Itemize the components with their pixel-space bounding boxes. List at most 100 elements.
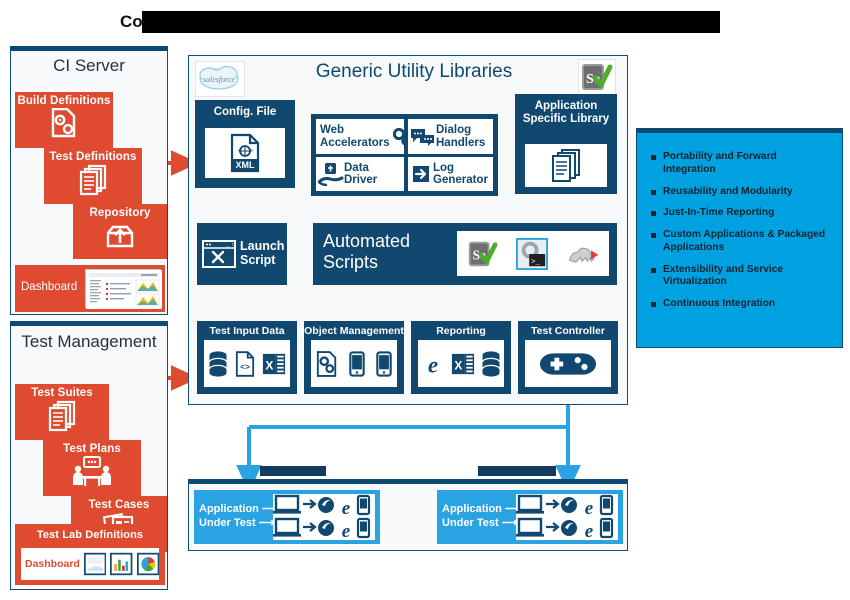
document-stack-icon xyxy=(79,164,107,196)
selenium-logo: Se xyxy=(578,59,616,97)
panel-top-accent xyxy=(10,46,168,51)
application-under-test-panel: Application ⟶ Under Test ⟶ e e Applicati… xyxy=(188,479,628,551)
test-input-data-box[interactable]: Test Input Data <> X xyxy=(197,321,297,394)
aut-right-redaction-bar xyxy=(478,466,556,476)
automated-scripts-label: Automated Scripts xyxy=(323,231,411,272)
object-management-box[interactable]: Object Management xyxy=(304,321,404,394)
pie-chart-icon xyxy=(136,552,160,576)
framework-main-panel: salesforce Se Generic Utility Libraries … xyxy=(188,55,628,405)
ci-server-title: CI Server xyxy=(53,56,125,75)
ci-dashboard-label: Dashboard xyxy=(21,281,78,293)
svg-text:_ □ ×: _ □ × xyxy=(225,242,237,248)
svg-text:X: X xyxy=(454,358,462,372)
automated-scripts-tools: Se >_ xyxy=(457,231,609,276)
launch-script-box[interactable]: _ □ × Launch Script xyxy=(197,223,287,285)
config-file-box[interactable]: Config. File < > XML xyxy=(195,100,295,188)
perl-camel-icon xyxy=(568,247,599,263)
svg-text:e: e xyxy=(342,498,351,519)
ci-server-panel: CI Server Build Definitions Test Definit… xyxy=(10,46,168,315)
reporting-label: Reporting xyxy=(436,325,486,337)
ci-item-test-definitions-label: Test Definitions xyxy=(49,151,137,163)
util-log-generator[interactable]: Log Generator xyxy=(408,157,493,191)
cmd-gear-icon: >_ xyxy=(516,237,548,270)
document-stack-icon xyxy=(48,400,76,432)
ci-item-build-definitions[interactable]: Build Definitions xyxy=(15,92,113,148)
svg-text:<: < xyxy=(238,148,242,156)
benefit-item: Reusability and Modularity xyxy=(649,186,830,199)
util-web-accelerators[interactable]: Web Accelerators xyxy=(316,119,411,154)
log-arrow-icon xyxy=(413,166,429,182)
test-input-data-label: Test Input Data xyxy=(209,325,285,337)
generic-utility-libraries-group: Web Accelerators Dialog Handlers Data Dr… xyxy=(311,114,498,196)
benefit-item: Just-In-Time Reporting xyxy=(649,207,830,220)
aut-left-label: Application ⟶ Under Test ⟶ xyxy=(199,503,278,529)
test-lab-thumbs: Dashboard xyxy=(21,548,160,580)
gamepad-icon xyxy=(539,352,597,375)
reporting-box[interactable]: Reporting e X xyxy=(411,321,511,394)
title-redaction-bar xyxy=(142,11,720,33)
benefit-item: Continuous Integration xyxy=(649,298,830,311)
test-lab-definitions[interactable]: Test Lab Definitions Dashboard xyxy=(15,524,165,585)
svg-text:e: e xyxy=(585,498,594,519)
xml-file-icon: < > XML xyxy=(205,128,285,178)
document-gear-icon xyxy=(317,350,337,377)
tm-item-test-cases-label: Test Cases xyxy=(88,499,150,511)
test-input-data-icons: <> X xyxy=(204,340,290,387)
selenium-icon: Se xyxy=(468,241,498,266)
util-dialog-handlers-label: Dialog Handlers xyxy=(436,124,486,149)
panel-top-accent xyxy=(10,321,168,326)
mobile-icon xyxy=(349,350,365,377)
main-panel-heading: Generic Utility Libraries xyxy=(315,61,513,82)
util-data-driver[interactable]: Data Driver xyxy=(316,157,404,191)
test-lab-dashboard-label: Dashboard xyxy=(25,558,80,570)
salesforce-logo: salesforce xyxy=(195,61,245,97)
util-dialog-handlers[interactable]: Dialog Handlers xyxy=(408,119,493,154)
benefit-item: Portability and Forward Integration xyxy=(649,151,830,177)
test-lab-definitions-label: Test Lab Definitions xyxy=(36,529,144,541)
aut-left-redaction-bar xyxy=(260,466,326,476)
svg-text:salesforce: salesforce xyxy=(203,75,236,84)
test-controller-box[interactable]: Test Controller xyxy=(518,321,618,394)
launch-script-label: Launch Script xyxy=(240,239,285,267)
tm-item-test-suites-label: Test Suites xyxy=(31,387,93,399)
automated-scripts-box[interactable]: Automated Scripts Se >_ xyxy=(313,223,617,285)
svg-text:>: > xyxy=(249,148,253,156)
aut-left-icons: e e xyxy=(273,494,375,542)
object-management-icons xyxy=(311,340,397,387)
code-file-icon: <> xyxy=(235,350,255,377)
test-controller-label: Test Controller xyxy=(531,325,605,337)
application-specific-library-label: Application Specific Library xyxy=(522,100,610,126)
svg-text:<>: <> xyxy=(240,363,250,372)
util-web-accelerators-label: Web Accelerators xyxy=(320,124,390,149)
test-management-panel: Test Management Test Suites Test Plans T… xyxy=(10,321,168,590)
panel-top-accent xyxy=(188,479,628,484)
svg-text:e: e xyxy=(585,521,594,540)
bar-chart-icon xyxy=(110,552,133,576)
object-management-label: Object Management xyxy=(304,325,404,337)
svg-text:XML: XML xyxy=(236,160,256,170)
ci-dashboard[interactable]: Dashboard xyxy=(15,265,165,312)
document-stack-icon xyxy=(525,144,607,187)
ie-browser-icon: e xyxy=(428,351,438,377)
svg-text:e: e xyxy=(428,351,438,377)
aut-box-left[interactable]: Application ⟶ Under Test ⟶ e e xyxy=(194,490,380,544)
document-gears-icon xyxy=(51,108,76,138)
aut-box-right[interactable]: Application ⟶ Under Test ⟶ e e xyxy=(437,490,623,544)
ci-item-repository[interactable]: Repository xyxy=(73,204,167,259)
report-page-icon xyxy=(83,552,107,576)
benefit-item: Extensibility and Service Virtualization xyxy=(649,264,830,290)
database-icon xyxy=(481,350,501,377)
tm-item-test-plans[interactable]: Test Plans xyxy=(43,440,141,496)
util-log-generator-label: Log Generator xyxy=(433,161,488,186)
svg-text:X: X xyxy=(266,358,274,372)
dialog-icon xyxy=(411,128,434,146)
ci-item-test-definitions[interactable]: Test Definitions xyxy=(44,148,142,204)
ci-item-repository-label: Repository xyxy=(89,207,151,219)
application-specific-library-box[interactable]: Application Specific Library xyxy=(515,94,617,194)
console-window-icon: _ □ × xyxy=(202,240,237,268)
reporting-icons: e X xyxy=(418,340,504,387)
ci-item-build-definitions-label: Build Definitions xyxy=(17,95,111,107)
aut-right-label: Application ⟶ Under Test ⟶ xyxy=(442,503,521,529)
tm-item-test-suites[interactable]: Test Suites xyxy=(15,384,109,440)
benefit-item: Custom Applications & Packaged Applicati… xyxy=(649,229,830,255)
